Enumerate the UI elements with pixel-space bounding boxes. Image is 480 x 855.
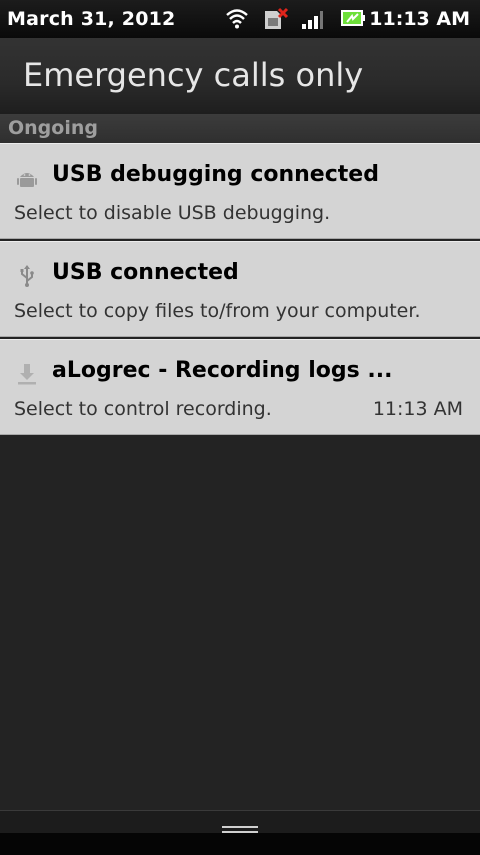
usb-icon bbox=[20, 265, 34, 287]
status-time: 11:13 AM bbox=[369, 8, 470, 30]
notification-text: Select to control recording. bbox=[14, 398, 272, 420]
android-icon bbox=[17, 173, 37, 187]
no-sim-icon bbox=[265, 7, 289, 29]
notification-title: USB connected bbox=[52, 260, 239, 285]
carrier-label: Emergency calls only bbox=[23, 56, 364, 94]
section-label: Ongoing bbox=[8, 117, 98, 139]
carrier-header: Emergency calls only bbox=[0, 38, 480, 115]
ongoing-section-header: Ongoing bbox=[0, 114, 480, 143]
notification-alogrec[interactable]: aLogrec - Recording logs ... Select to c… bbox=[0, 339, 480, 435]
battery-charging-icon bbox=[341, 10, 365, 26]
bottom-strip bbox=[0, 833, 480, 855]
notification-text: Select to copy files to/from your comput… bbox=[14, 300, 421, 322]
notification-time: 11:13 AM bbox=[372, 398, 463, 420]
download-icon bbox=[18, 364, 36, 385]
signal-icon bbox=[302, 11, 323, 29]
notification-title: USB debugging connected bbox=[52, 162, 379, 187]
status-date: March 31, 2012 bbox=[7, 8, 176, 30]
panel-close-handle[interactable] bbox=[0, 810, 480, 855]
notification-usb-debugging[interactable]: USB debugging connected Select to disabl… bbox=[0, 143, 480, 239]
notification-text: Select to disable USB debugging. bbox=[14, 202, 331, 224]
wifi-icon bbox=[226, 9, 248, 29]
status-bar[interactable]: March 31, 2012 11:13 AM bbox=[0, 0, 480, 38]
notification-title: aLogrec - Recording logs ... bbox=[52, 358, 393, 383]
notification-usb-connected[interactable]: USB connected Select to copy files to/fr… bbox=[0, 241, 480, 337]
